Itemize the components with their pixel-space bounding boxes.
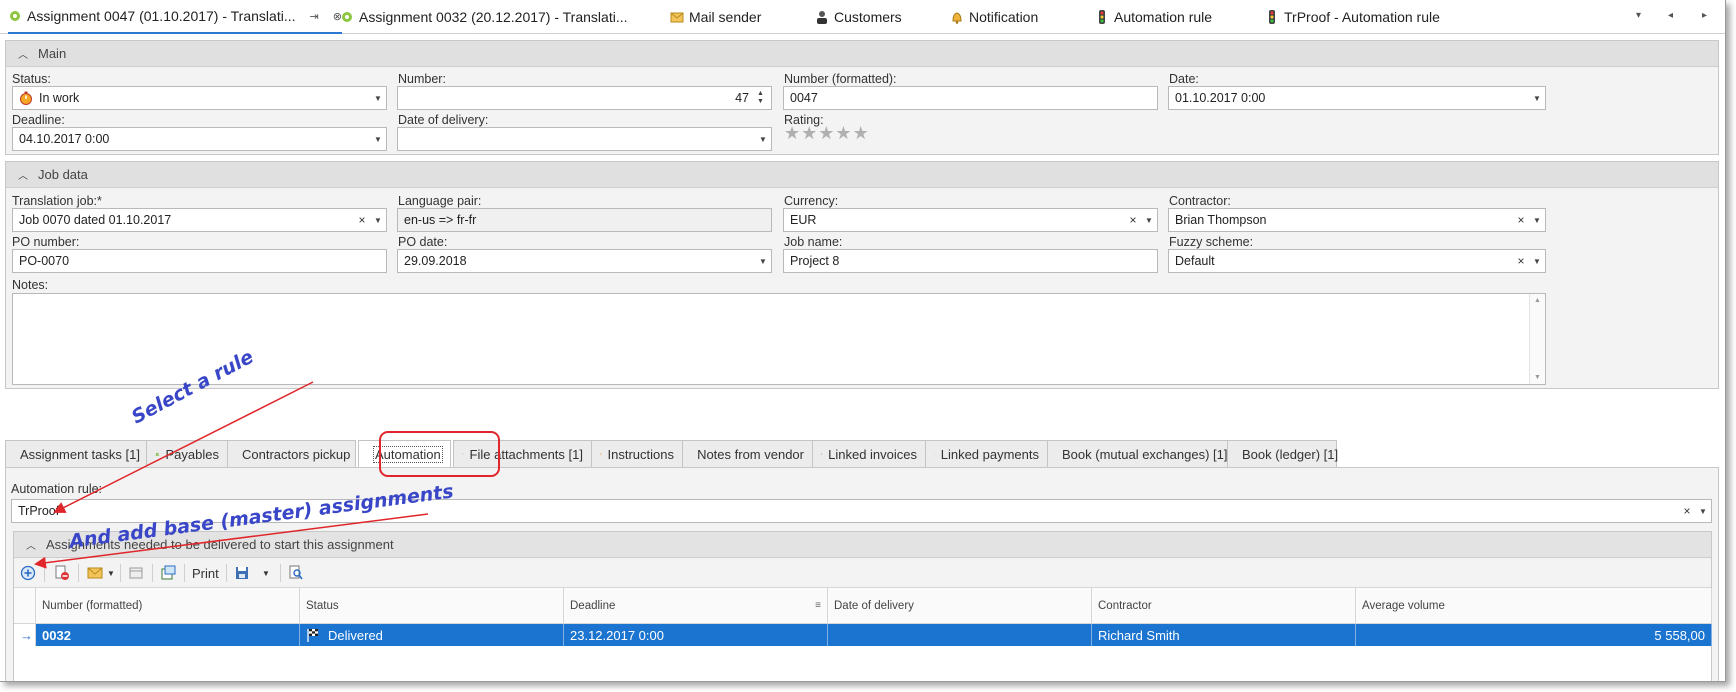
application-window: Assignment 0047 (01.10.2017) - Translati… bbox=[0, 0, 1726, 682]
annotation-arrows bbox=[34, 381, 429, 569]
